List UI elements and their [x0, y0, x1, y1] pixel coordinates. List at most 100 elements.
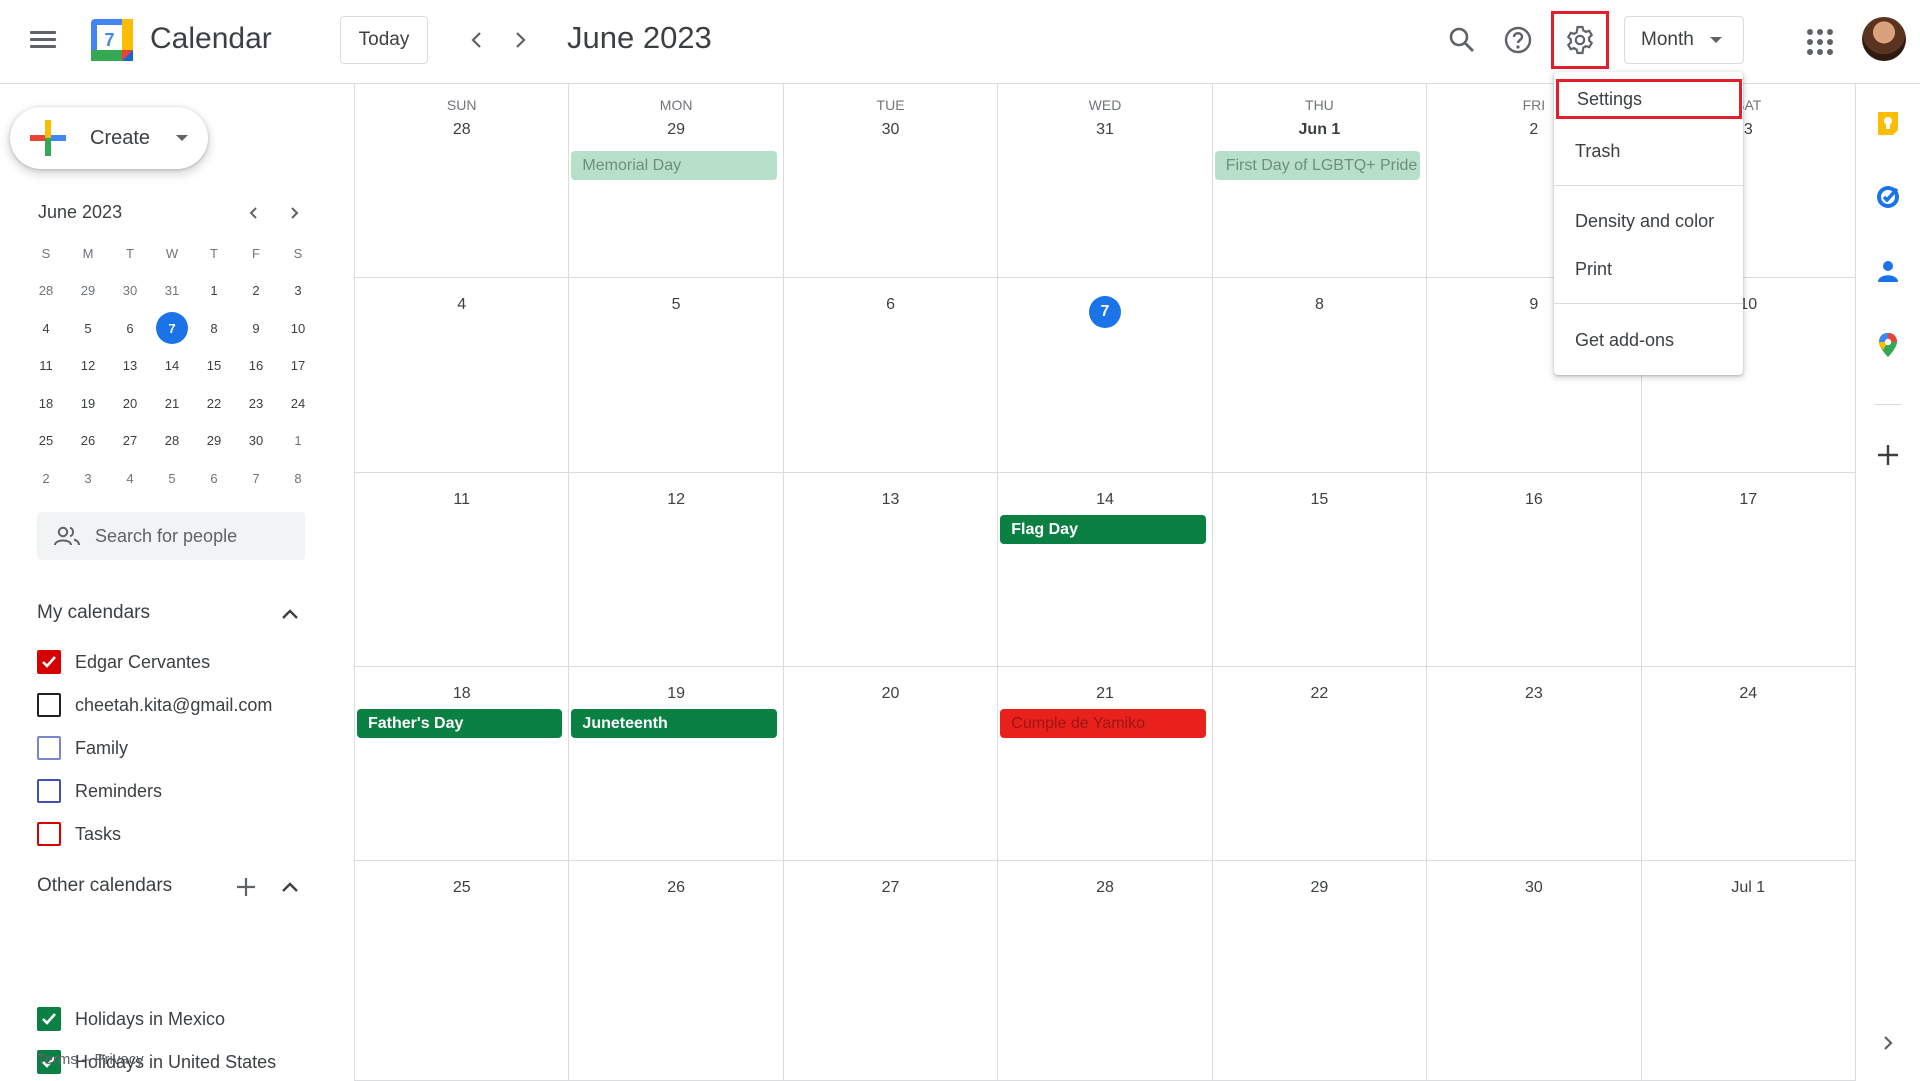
- day-number[interactable]: 29: [569, 121, 782, 139]
- help-button[interactable]: [1498, 20, 1538, 60]
- day-number[interactable]: 21: [998, 685, 1211, 703]
- day-cell[interactable]: MON 29 Memorial Day: [569, 84, 784, 277]
- day-number[interactable]: 26: [569, 879, 782, 897]
- day-number[interactable]: 7: [998, 296, 1211, 328]
- day-cell[interactable]: TUE 30: [784, 84, 999, 277]
- day-number[interactable]: Jun 1: [1213, 121, 1426, 139]
- calendar-item[interactable]: Edgar Cervantes: [37, 647, 210, 677]
- menu-item-get-add-ons[interactable]: Get add-ons: [1554, 320, 1743, 360]
- mini-calendar-day[interactable]: 1: [193, 272, 235, 310]
- tasks-icon[interactable]: [1875, 184, 1901, 210]
- day-cell[interactable]: WED 31: [998, 84, 1213, 277]
- next-period-button[interactable]: [502, 22, 538, 58]
- day-number[interactable]: 20: [784, 685, 997, 703]
- mini-calendar-day[interactable]: 5: [151, 460, 193, 498]
- mini-calendar-day[interactable]: 26: [67, 422, 109, 460]
- mini-calendar-day[interactable]: 5: [67, 310, 109, 348]
- other-calendars-heading[interactable]: Other calendars: [37, 875, 172, 897]
- day-cell[interactable]: 19 Juneteenth: [569, 667, 784, 860]
- mini-calendar-previous-button[interactable]: [240, 199, 268, 227]
- day-number[interactable]: 30: [1427, 879, 1640, 897]
- day-cell[interactable]: 23: [1427, 667, 1642, 860]
- day-number[interactable]: 28: [998, 879, 1211, 897]
- add-other-calendar-button[interactable]: [234, 875, 258, 899]
- expand-panel-chevron-icon[interactable]: [1875, 1030, 1901, 1056]
- day-number[interactable]: 18: [355, 685, 568, 703]
- mini-calendar-day[interactable]: 28: [151, 422, 193, 460]
- day-number[interactable]: 6: [784, 296, 997, 314]
- day-number[interactable]: 8: [1213, 296, 1426, 314]
- mini-calendar-day[interactable]: 23: [235, 385, 277, 423]
- calendar-item[interactable]: Family: [37, 733, 128, 763]
- day-cell[interactable]: Jul 1: [1642, 861, 1856, 1080]
- calendar-checkbox[interactable]: [37, 1007, 61, 1031]
- day-number[interactable]: 27: [784, 879, 997, 897]
- mini-calendar-day[interactable]: 8: [193, 310, 235, 348]
- mini-calendar-day[interactable]: 2: [25, 460, 67, 498]
- calendar-checkbox[interactable]: [37, 779, 61, 803]
- search-for-people-input[interactable]: Search for people: [37, 512, 305, 560]
- calendar-checkbox[interactable]: [37, 693, 61, 717]
- day-cell[interactable]: 13: [784, 473, 999, 666]
- day-number[interactable]: 25: [355, 879, 568, 897]
- day-number[interactable]: 19: [569, 685, 782, 703]
- mini-calendar-next-button[interactable]: [280, 199, 308, 227]
- mini-calendar-day[interactable]: 29: [67, 272, 109, 310]
- calendar-item[interactable]: cheetah.kita@gmail.com: [37, 690, 272, 720]
- mini-calendar-day[interactable]: 30: [235, 422, 277, 460]
- mini-calendar-day[interactable]: 7: [235, 460, 277, 498]
- mini-calendar-day[interactable]: 29: [193, 422, 235, 460]
- day-cell[interactable]: 26: [569, 861, 784, 1080]
- event-chip[interactable]: Father's Day: [357, 709, 563, 738]
- day-number[interactable]: 28: [355, 121, 568, 139]
- event-chip[interactable]: Flag Day: [1000, 515, 1206, 544]
- mini-calendar-day[interactable]: 21: [151, 385, 193, 423]
- day-cell[interactable]: 12: [569, 473, 784, 666]
- mini-calendar-day[interactable]: 14: [151, 347, 193, 385]
- day-cell[interactable]: THU Jun 1 First Day of LGBTQ+ Pride Month: [1213, 84, 1428, 277]
- previous-period-button[interactable]: [459, 22, 495, 58]
- day-cell[interactable]: 25: [355, 861, 570, 1080]
- menu-item-settings[interactable]: Settings: [1556, 79, 1742, 119]
- mini-calendar-day[interactable]: 31: [151, 272, 193, 310]
- mini-calendar-day[interactable]: 12: [67, 347, 109, 385]
- mini-calendar-day[interactable]: 4: [109, 460, 151, 498]
- day-cell[interactable]: 16: [1427, 473, 1642, 666]
- mini-calendar-day[interactable]: 8: [277, 460, 319, 498]
- calendar-item[interactable]: Holidays in Mexico: [37, 1004, 225, 1034]
- day-number[interactable]: 31: [998, 121, 1211, 139]
- day-number[interactable]: 14: [998, 491, 1211, 509]
- day-cell[interactable]: 18 Father's Day: [355, 667, 570, 860]
- my-calendars-heading[interactable]: My calendars: [37, 602, 150, 624]
- mini-calendar-day[interactable]: 2: [235, 272, 277, 310]
- calendar-checkbox[interactable]: [37, 822, 61, 846]
- privacy-link[interactable]: Privacy: [95, 1051, 144, 1068]
- mini-calendar-day[interactable]: 27: [109, 422, 151, 460]
- mini-calendar-day[interactable]: 6: [109, 310, 151, 348]
- event-chip[interactable]: First Day of LGBTQ+ Pride Month: [1214, 151, 1421, 180]
- contacts-icon[interactable]: [1875, 258, 1901, 284]
- day-cell[interactable]: 27: [784, 861, 999, 1080]
- day-number[interactable]: 15: [1213, 491, 1426, 509]
- day-cell[interactable]: 17: [1642, 473, 1856, 666]
- menu-item-density-and-color[interactable]: Density and color: [1554, 201, 1743, 241]
- account-avatar[interactable]: [1862, 17, 1906, 61]
- event-chip[interactable]: Cumple de Yamiko: [1000, 709, 1206, 738]
- mini-calendar-day[interactable]: 3: [277, 272, 319, 310]
- day-cell[interactable]: SUN 28: [355, 84, 570, 277]
- mini-calendar-day[interactable]: 20: [109, 385, 151, 423]
- mini-calendar-day[interactable]: 1: [277, 422, 319, 460]
- day-cell[interactable]: 7: [998, 278, 1213, 472]
- mini-calendar-day[interactable]: 7: [151, 310, 193, 348]
- day-cell[interactable]: 22: [1213, 667, 1428, 860]
- mini-calendar-day[interactable]: 30: [109, 272, 151, 310]
- calendar-checkbox[interactable]: [37, 736, 61, 760]
- collapse-my-calendars-button[interactable]: [278, 602, 302, 626]
- calendar-item[interactable]: Tasks: [37, 819, 121, 849]
- day-cell[interactable]: 14 Flag Day: [998, 473, 1213, 666]
- day-number[interactable]: 16: [1427, 491, 1640, 509]
- mini-calendar-day[interactable]: 13: [109, 347, 151, 385]
- mini-calendar-day[interactable]: 15: [193, 347, 235, 385]
- mini-calendar-day[interactable]: 3: [67, 460, 109, 498]
- day-cell[interactable]: 20: [784, 667, 999, 860]
